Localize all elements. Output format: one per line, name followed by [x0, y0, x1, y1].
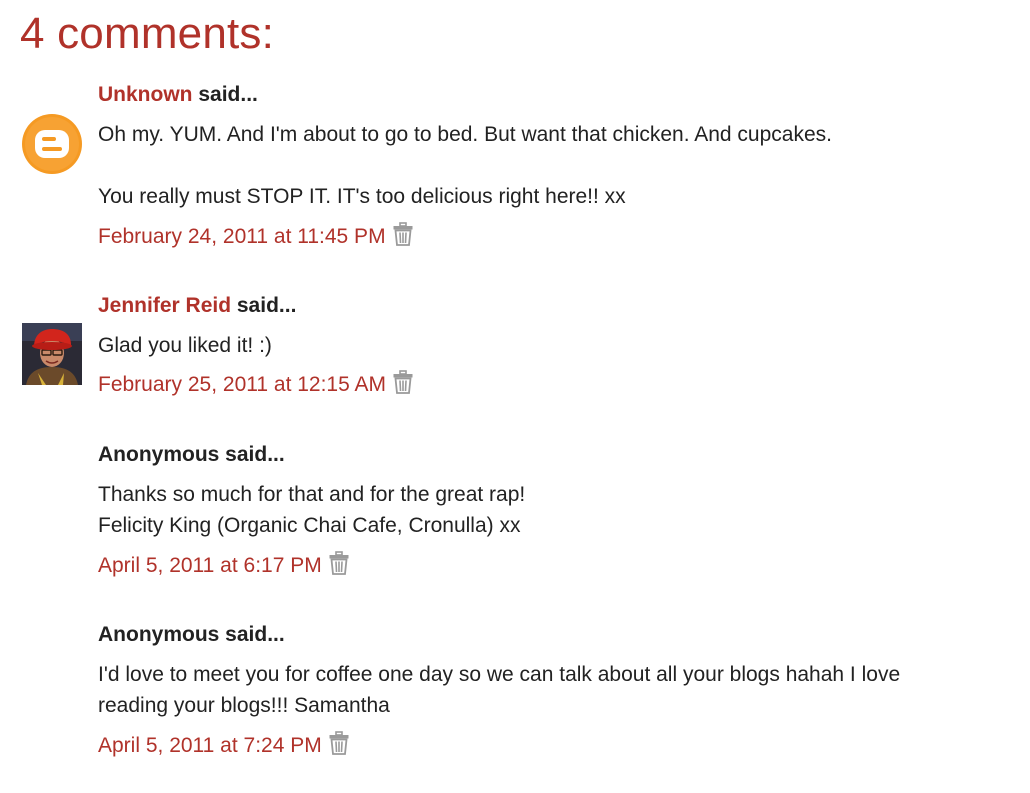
comment-text: Thanks so much for that and for the grea… [98, 483, 526, 506]
comment-text: Glad you liked it! :) [98, 334, 272, 357]
comment-footer: February 24, 2011 at 11:45 PM [98, 222, 998, 251]
user-photo-avatar[interactable] [22, 323, 82, 385]
comment-footer: April 5, 2011 at 6:17 PM [98, 551, 998, 580]
comment-author-line: Anonymous said... [98, 622, 968, 648]
comment-timestamp-link[interactable]: April 5, 2011 at 6:17 PM [98, 553, 322, 579]
trash-icon[interactable] [392, 222, 414, 246]
comment-text: I'd love to meet you for coffee one day … [98, 663, 901, 717]
comment-timestamp-link[interactable]: February 24, 2011 at 11:45 PM [98, 224, 386, 250]
said-suffix: said... [219, 623, 285, 646]
comment-author-line: Unknown said... [98, 82, 998, 108]
comment-body: Unknown said... Oh my. YUM. And I'm abou… [98, 82, 998, 251]
trash-icon[interactable] [328, 551, 350, 575]
comment-author-link[interactable]: Unknown [98, 83, 193, 106]
said-suffix: said... [219, 443, 285, 466]
comment-text: Felicity King (Organic Chai Cafe, Cronul… [98, 514, 521, 537]
said-suffix: said... [192, 83, 258, 106]
trash-icon[interactable] [392, 370, 414, 394]
said-suffix: said... [231, 294, 297, 317]
comment-footer: April 5, 2011 at 7:24 PM [98, 731, 968, 760]
comment-timestamp-link[interactable]: February 25, 2011 at 12:15 AM [98, 372, 386, 398]
comment-author-link[interactable]: Jennifer Reid [98, 294, 231, 317]
comment-author-name: Anonymous [98, 623, 220, 646]
comment-author-name: Anonymous [98, 443, 220, 466]
comment-body: Anonymous said... Thanks so much for tha… [98, 442, 998, 580]
comments-heading: 4 comments: [20, 9, 275, 58]
comment-body: Jennifer Reid said... Glad you liked it!… [98, 293, 998, 399]
comment-footer: February 25, 2011 at 12:15 AM [98, 370, 998, 399]
comment-author-line: Anonymous said... [98, 442, 998, 468]
trash-icon[interactable] [328, 731, 350, 755]
comment-text: You really must STOP IT. IT's too delici… [98, 185, 626, 208]
blogger-logo-icon[interactable] [22, 114, 82, 174]
comment-timestamp-link[interactable]: April 5, 2011 at 7:24 PM [98, 733, 322, 759]
comment-author-line: Jennifer Reid said... [98, 293, 998, 319]
comment-body: Anonymous said... I'd love to meet you f… [98, 622, 968, 760]
comment-text: Oh my. YUM. And I'm about to go to bed. … [98, 123, 832, 146]
